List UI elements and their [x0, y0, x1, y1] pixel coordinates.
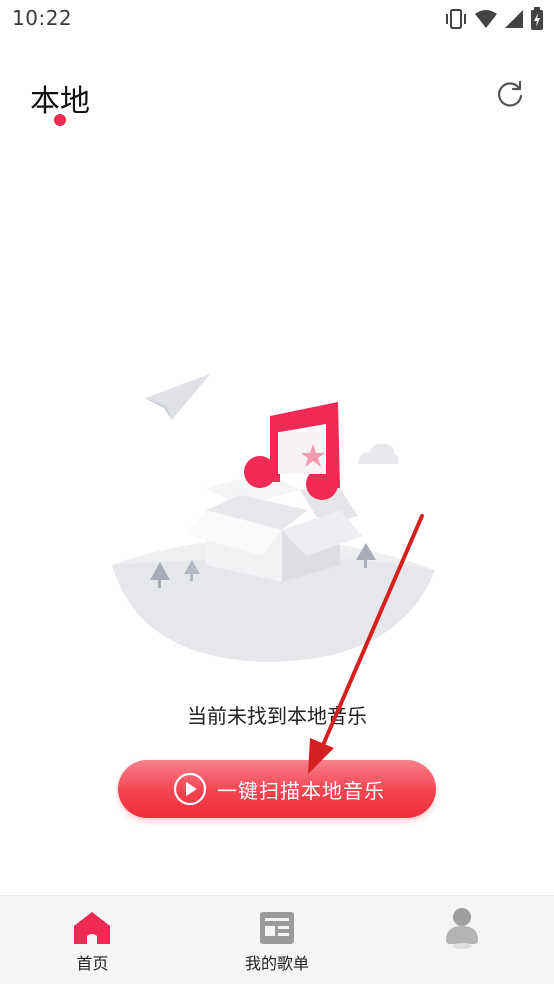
- tab-indicator-dot: [54, 114, 66, 126]
- status-icons: [444, 6, 544, 32]
- paper-plane-icon: [145, 374, 210, 420]
- nav-item-profile[interactable]: [369, 896, 554, 984]
- cloud-icon: [358, 443, 399, 464]
- nav-label-home: 首页: [76, 954, 109, 973]
- vibrate-icon: [444, 8, 468, 30]
- signal-icon: [504, 9, 524, 29]
- nav-item-playlist[interactable]: 我的歌单: [185, 896, 370, 984]
- bottom-nav: 首页 我的歌单: [0, 895, 554, 984]
- empty-state-message: 当前未找到本地音乐: [187, 704, 367, 728]
- header: 本地: [0, 70, 554, 130]
- scan-button-label: 一键扫描本地音乐: [217, 778, 385, 803]
- nav-item-home[interactable]: 首页: [0, 896, 185, 984]
- screen: 10:22 本地 当前未找到本地音乐 一键扫描本地音乐 首页 我的歌单: [0, 0, 554, 984]
- status-time: 10:22: [12, 6, 73, 30]
- home-icon: [72, 908, 112, 948]
- status-bar: 10:22: [0, 0, 554, 38]
- refresh-button[interactable]: [492, 78, 528, 114]
- playlist-icon: [257, 908, 297, 948]
- wifi-icon: [474, 9, 498, 29]
- nav-label-playlist: 我的歌单: [245, 954, 310, 973]
- profile-icon: [442, 908, 482, 949]
- music-box-illustration: [100, 360, 450, 670]
- scan-local-music-button[interactable]: 一键扫描本地音乐: [118, 760, 436, 818]
- battery-icon: [530, 7, 544, 31]
- music-note-icon: [244, 402, 340, 500]
- play-circle-icon: [173, 772, 207, 806]
- refresh-icon: [495, 79, 525, 113]
